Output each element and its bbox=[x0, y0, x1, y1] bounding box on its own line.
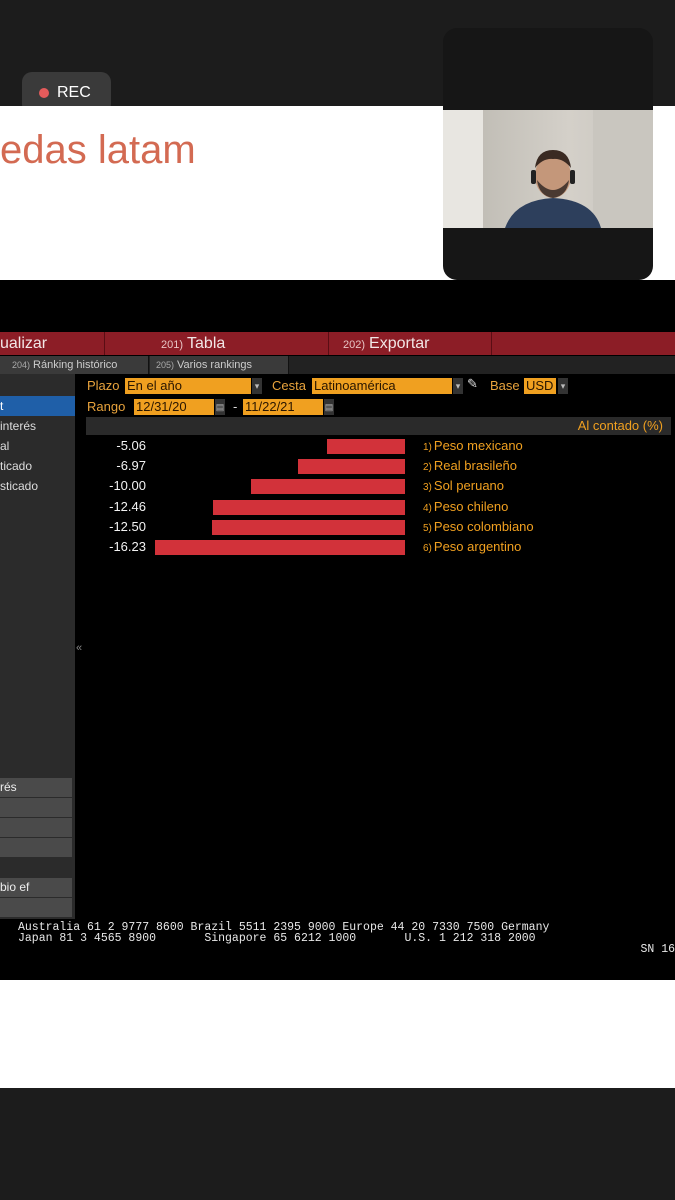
bar-value-label: -6.97 bbox=[116, 458, 146, 473]
footer-line: Japan 81 3 4565 8900 Singapore 65 6212 1… bbox=[18, 932, 536, 945]
bar bbox=[327, 439, 405, 454]
slide-dark-band bbox=[0, 280, 675, 332]
bar-value-label: -16.23 bbox=[109, 539, 146, 554]
chevron-down-icon[interactable]: ▾ bbox=[252, 378, 262, 394]
recording-label: REC bbox=[57, 84, 91, 101]
base-field[interactable]: USD bbox=[524, 378, 556, 394]
rango-from-field[interactable]: 12/31/20 bbox=[134, 399, 214, 415]
currency-name: Sol peruano bbox=[433, 478, 505, 493]
sidebar-button[interactable] bbox=[0, 798, 72, 818]
chevron-down-icon[interactable]: ▾ bbox=[453, 378, 463, 394]
bar-value-label: -10.00 bbox=[109, 478, 146, 493]
bar-category-label[interactable]: 6) Peso argentino bbox=[423, 539, 521, 554]
sidebar: t interés al ticado sticado rés bio ef bbox=[0, 374, 75, 919]
menu-item-label: Tabla bbox=[187, 335, 226, 352]
participant-avatar-icon bbox=[443, 110, 653, 228]
bar bbox=[155, 540, 405, 555]
terminal-footer: Australia 61 2 9777 8600 Brazil 5511 239… bbox=[18, 922, 675, 956]
menu-item-label: Exportar bbox=[369, 335, 430, 352]
plazo-label: Plazo bbox=[87, 378, 120, 393]
bar bbox=[212, 520, 405, 535]
sidebar-item[interactable]: interés bbox=[0, 416, 75, 436]
currency-name: Peso argentino bbox=[433, 539, 522, 554]
chevron-down-icon[interactable]: ▾ bbox=[558, 378, 568, 394]
record-dot-icon bbox=[39, 88, 49, 98]
sidebar-item-selected[interactable]: t bbox=[0, 396, 75, 416]
menu-item-number: 201) bbox=[161, 339, 184, 351]
terminal-menubar: ualizar 201) Tabla 202) Exportar bbox=[0, 332, 675, 355]
column-header: Al contado (%) bbox=[577, 418, 663, 433]
calendar-icon[interactable]: ▤ bbox=[215, 399, 225, 415]
tab-bar: 204) Ránking histórico 205) Varios ranking… bbox=[0, 356, 675, 374]
currency-name: Peso colombiano bbox=[433, 519, 534, 534]
footer-line: SN 16 bbox=[640, 943, 675, 956]
bar-category-label[interactable]: 2) Real brasileño bbox=[423, 458, 517, 473]
rank-number: 6) bbox=[423, 543, 432, 554]
sidebar-button[interactable] bbox=[0, 838, 72, 858]
bar-category-label[interactable]: 1) Peso mexicano bbox=[423, 438, 523, 453]
tab-varios-rankings[interactable]: 205) Varios rankings bbox=[150, 356, 289, 374]
tab-label: Varios rankings bbox=[177, 359, 253, 371]
sidebar-item[interactable]: sticado bbox=[0, 476, 75, 496]
participant-video-feed bbox=[443, 110, 653, 228]
base-label: Base bbox=[490, 378, 520, 393]
edit-pencil-icon[interactable]: ✎ bbox=[467, 376, 478, 392]
range-separator: - bbox=[233, 399, 238, 414]
tab-ranking-historico[interactable]: 204) Ránking histórico bbox=[0, 356, 149, 374]
calendar-icon[interactable]: ▤ bbox=[324, 399, 334, 415]
slide-bottom bbox=[0, 980, 675, 1088]
bar-value-label: -12.50 bbox=[109, 519, 146, 534]
sidebar-item[interactable]: ticado bbox=[0, 456, 75, 476]
rank-number: 4) bbox=[423, 503, 432, 514]
rank-number: 2) bbox=[423, 462, 432, 473]
participant-video[interactable] bbox=[443, 28, 653, 280]
sidebar-item[interactable]: al bbox=[0, 436, 75, 456]
slide-title: edas latam bbox=[0, 128, 196, 172]
menu-item-label: ualizar bbox=[0, 335, 48, 352]
sidebar-button[interactable]: rés bbox=[0, 778, 72, 798]
column-header-bar: Al contado (%) bbox=[86, 417, 671, 435]
cesta-field[interactable]: Latinoamérica bbox=[312, 378, 452, 394]
rank-number: 5) bbox=[423, 523, 432, 534]
rank-number: 1) bbox=[423, 442, 432, 453]
bar-category-label[interactable]: 5) Peso colombiano bbox=[423, 519, 534, 534]
bar-category-label[interactable]: 3) Sol peruano bbox=[423, 478, 504, 493]
currency-name: Real brasileño bbox=[433, 458, 518, 473]
bar bbox=[213, 500, 405, 515]
rango-to-field[interactable]: 11/22/21 bbox=[243, 399, 323, 415]
sidebar-button[interactable] bbox=[0, 818, 72, 838]
sidebar-button[interactable] bbox=[0, 898, 72, 918]
cesta-label: Cesta bbox=[272, 378, 306, 393]
bar-value-label: -5.06 bbox=[116, 438, 146, 453]
bar-value-label: -12.46 bbox=[109, 499, 146, 514]
menu-item-tabla[interactable]: 201) Tabla bbox=[105, 332, 329, 355]
bar bbox=[298, 459, 405, 474]
menu-item-visualizar[interactable]: ualizar bbox=[0, 332, 105, 355]
tab-number: 204) bbox=[12, 360, 31, 370]
plazo-field[interactable]: En el año bbox=[125, 378, 251, 394]
tab-label: Ránking histórico bbox=[33, 359, 118, 371]
sidebar-button[interactable]: bio ef bbox=[0, 878, 72, 898]
currency-name: Peso mexicano bbox=[433, 438, 523, 453]
bar bbox=[251, 479, 405, 494]
collapse-sidebar-icon[interactable]: « bbox=[76, 642, 82, 654]
rango-label: Rango bbox=[87, 399, 126, 414]
tab-number: 205) bbox=[156, 360, 175, 370]
menu-item-exportar[interactable]: 202) Exportar bbox=[329, 332, 492, 355]
currency-name: Peso chileno bbox=[433, 499, 509, 514]
bar-category-label[interactable]: 4) Peso chileno bbox=[423, 499, 508, 514]
rank-number: 3) bbox=[423, 482, 432, 493]
menu-item-number: 202) bbox=[343, 339, 366, 351]
